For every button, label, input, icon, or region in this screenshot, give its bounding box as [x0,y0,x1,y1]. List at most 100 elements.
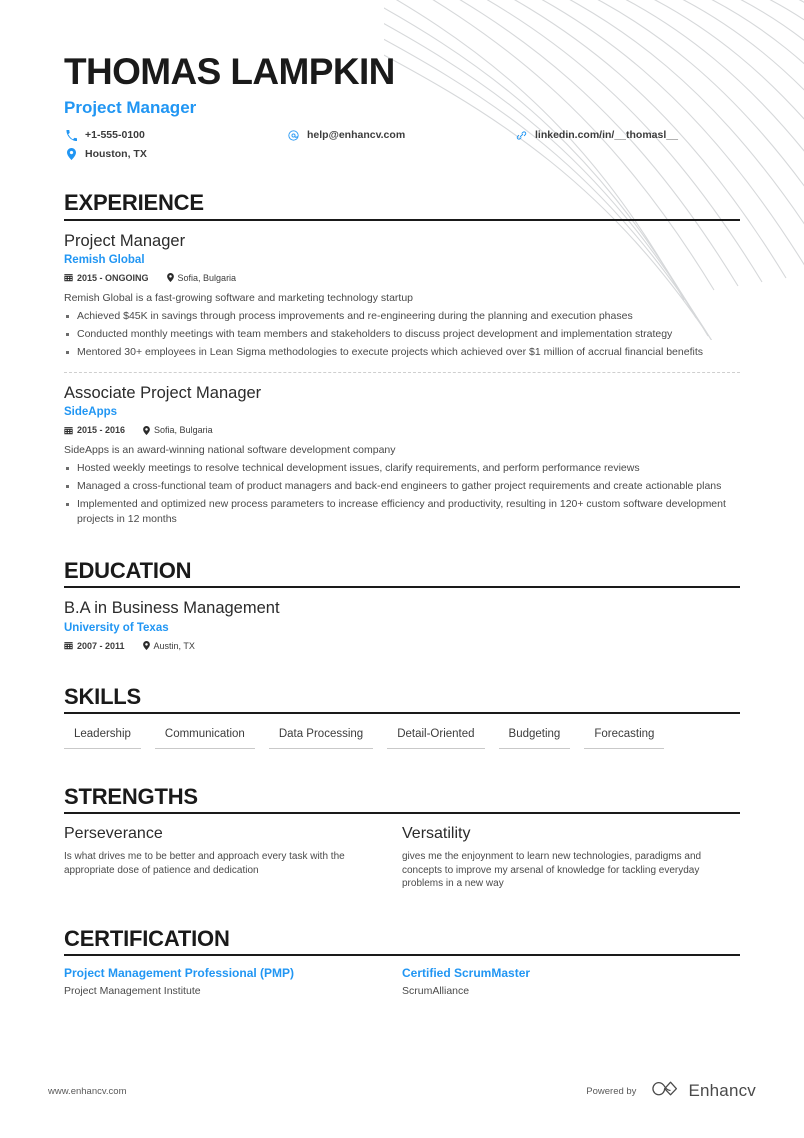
footer-url[interactable]: www.enhancv.com [48,1086,127,1097]
certification-item: Certified ScrumMaster ScrumAlliance [402,966,740,999]
section-title-experience: EXPERIENCE [64,190,204,216]
experience-company[interactable]: SideApps [64,406,740,420]
experience-date: 2015 - 2016 [64,425,125,435]
entry-separator [64,371,740,373]
bullet-item: Managed a cross-functional team of produ… [64,479,740,494]
strength-description: gives me the enjoynment to learn new tec… [402,850,702,890]
education-entry: B.A in Business Management University of… [64,598,740,652]
section-rule [64,811,740,814]
experience-meta: 2015 - 2016 Sofia, Bulgaria [64,425,740,435]
experience-role: Project Manager [64,231,186,250]
certification-item: Project Management Professional (PMP) Pr… [64,966,402,999]
education-degree: B.A in Business Management [64,599,280,618]
calendar-icon [64,426,73,435]
section-strengths: STRENGTHS Perseverance Is what drives me… [64,783,740,892]
calendar-icon [64,641,73,650]
strength-name: Perseverance [64,824,163,842]
bullet-item: Hosted weekly meetings to resolve techni… [64,461,740,476]
education-meta: 2007 - 2011 Austin, TX [64,641,740,651]
education-date: 2007 - 2011 [64,641,125,651]
strength-description: Is what drives me to be better and appro… [64,850,345,876]
strength-item: Perseverance Is what drives me to be bet… [64,824,402,891]
section-skills: SKILLS Leadership Communication Data Pro… [64,683,740,749]
email-icon [286,130,300,141]
section-title-strengths: STRENGTHS [64,783,198,809]
experience-entry: Project Manager Remish Global 2015 - ONG… [64,231,740,362]
email-text: help@enhancv.com [307,129,406,142]
certification-organization: ScrumAlliance [402,985,470,998]
strength-item: Versatility gives me the enjoynment to l… [402,824,740,891]
resume-content: THOMAS LAMPKIN Project Manager +1-555-01… [0,0,804,999]
skill-tag: Communication [154,728,255,749]
section-rule [64,954,740,957]
skills-list: Leadership Communication Data Processing… [64,728,740,749]
resume-header: THOMAS LAMPKIN Project Manager +1-555-01… [64,0,740,169]
map-pin-icon [142,641,150,651]
skill-tag: Budgeting [498,728,571,749]
contact-email[interactable]: help@enhancv.com [286,129,405,141]
resume-page: THOMAS LAMPKIN Project Manager +1-555-01… [0,0,804,1138]
footer-brand: Powered by Enhancv [586,1080,756,1102]
experience-company[interactable]: Remish Global [64,254,740,268]
map-pin-icon [166,273,174,283]
bullet-item: Implemented and optimized new process pa… [64,497,740,527]
certification-name[interactable]: Certified ScrumMaster [402,966,710,981]
linkedin-text: linkedin.com/in/__thomasl__ [535,129,678,142]
job-title: Project Manager [64,97,197,117]
section-experience: EXPERIENCE Project Manager Remish Global… [64,191,740,529]
experience-location-text: Sofia, Bulgaria [154,425,213,436]
contact-info: +1-555-0100 Houston, TX help@enhancv.com… [64,129,740,169]
experience-summary: Remish Global is a fast-growing software… [64,291,414,304]
experience-bullets: Hosted weekly meetings to resolve techni… [64,461,740,527]
section-rule [64,218,740,221]
skill-tag: Data Processing [268,728,374,749]
experience-entry: Associate Project Manager SideApps 2015 … [64,383,740,529]
brand-name: Enhancv [688,1081,756,1100]
phone-icon [64,129,78,141]
map-pin-icon [143,425,150,435]
skill-tag: Detail-Oriented [387,728,485,749]
bullet-item: Achieved $45K in savings through process… [64,309,740,324]
location-text: Houston, TX [85,148,147,161]
link-icon [514,130,528,141]
experience-summary: SideApps is an award-winning national so… [64,444,396,457]
education-location-text: Austin, TX [153,640,195,651]
powered-by-label: Powered by [586,1085,637,1097]
calendar-icon [64,273,73,282]
experience-bullets: Achieved $45K in savings through process… [64,309,740,360]
experience-date-text: 2015 - ONGOING [77,272,149,283]
skill-tag: Leadership [64,728,141,749]
experience-date: 2015 - ONGOING [64,273,149,283]
section-education: EDUCATION B.A in Business Management Uni… [64,558,740,653]
contact-phone[interactable]: +1-555-0100 [64,129,145,141]
map-pin-icon [64,148,78,161]
contact-location: Houston, TX [64,148,147,161]
enhancv-logo-icon [650,1080,680,1102]
experience-location: Sofia, Bulgaria [166,272,237,283]
experience-role: Associate Project Manager [64,383,262,402]
full-name: THOMAS LAMPKIN [64,51,395,92]
bullet-item: Conducted monthly meetings with team mem… [64,327,740,342]
strength-name: Versatility [402,824,471,842]
section-title-skills: SKILLS [64,683,142,709]
section-title-certification: CERTIFICATION [64,926,230,952]
education-date-text: 2007 - 2011 [77,640,125,651]
experience-location-text: Sofia, Bulgaria [177,272,237,283]
experience-date-text: 2015 - 2016 [77,425,126,436]
skill-tag: Forecasting [584,728,665,749]
section-rule [64,586,740,589]
section-certification: CERTIFICATION Project Management Profess… [64,927,740,999]
certification-list: Project Management Professional (PMP) Pr… [64,966,740,999]
page-footer: www.enhancv.com Powered by Enhancv [0,1080,804,1102]
bullet-item: Mentored 30+ employees in Lean Sigma met… [64,345,740,360]
section-title-education: EDUCATION [64,558,192,584]
certification-organization: Project Management Institute [64,985,201,998]
experience-location: Sofia, Bulgaria [143,425,213,435]
certification-name[interactable]: Project Management Professional (PMP) [64,966,372,981]
education-school[interactable]: University of Texas [64,622,740,636]
contact-linkedin[interactable]: linkedin.com/in/__thomasl__ [514,129,678,141]
education-location: Austin, TX [142,640,195,651]
section-rule [64,711,740,714]
strengths-list: Perseverance Is what drives me to be bet… [64,824,740,891]
phone-text: +1-555-0100 [85,129,145,142]
